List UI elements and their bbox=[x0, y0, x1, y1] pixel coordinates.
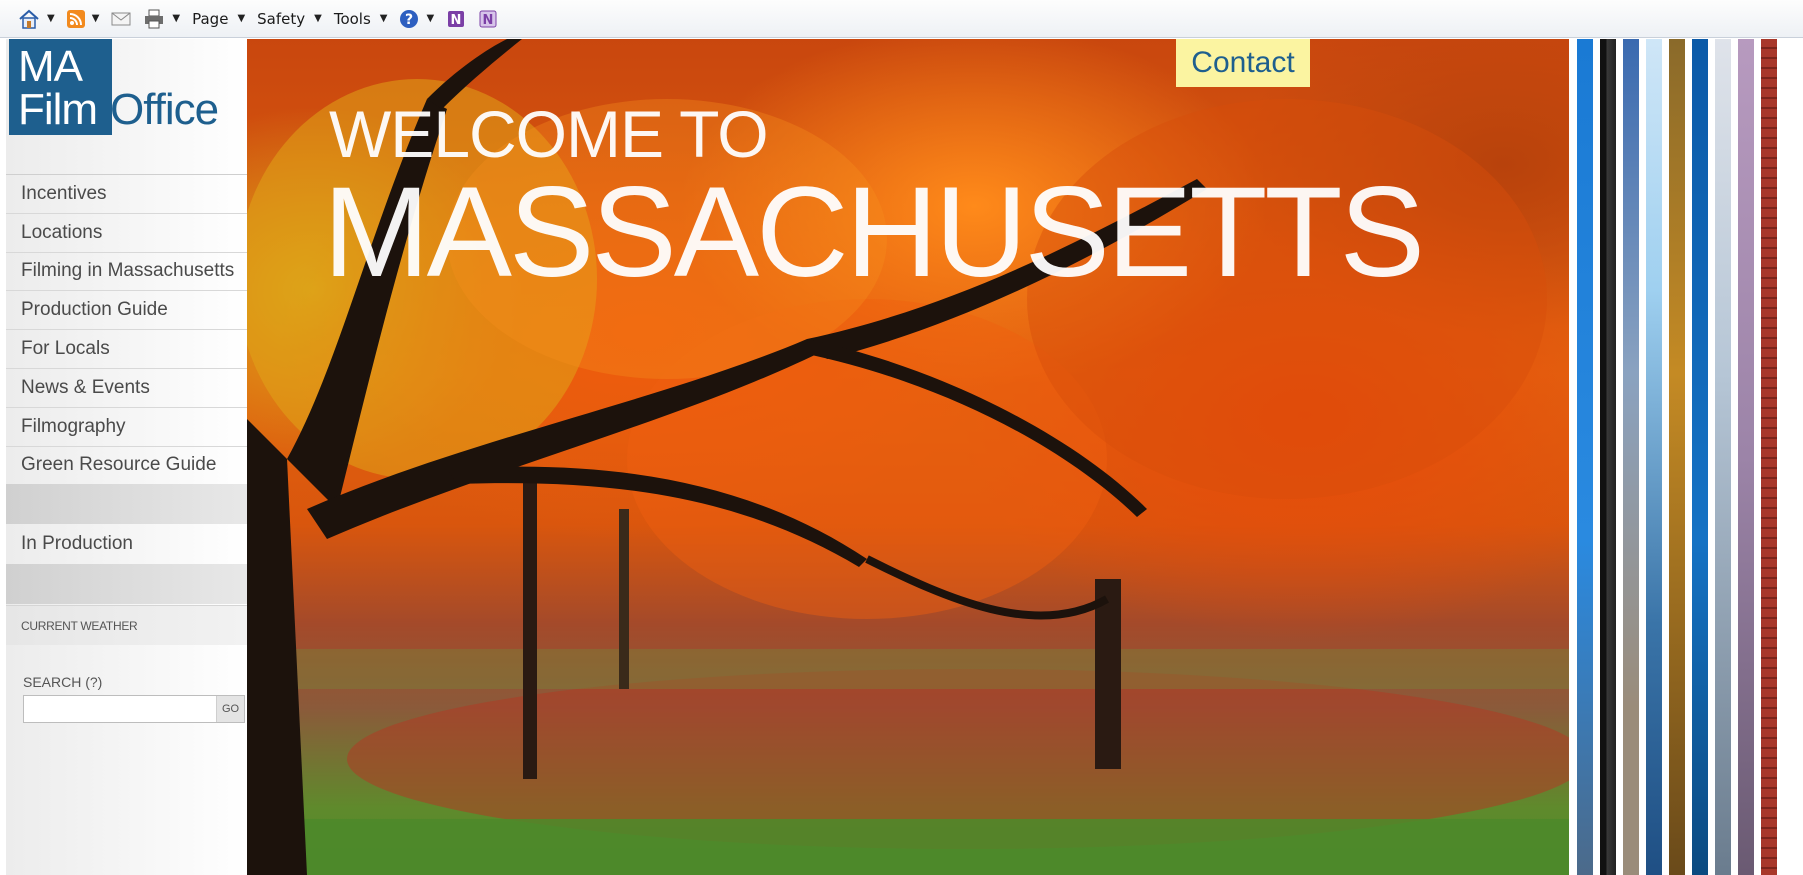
gallery-strip[interactable] bbox=[1600, 39, 1616, 875]
nav-item-production-guide[interactable]: Production Guide bbox=[6, 290, 247, 329]
nav-item-incentives[interactable]: Incentives bbox=[6, 174, 247, 213]
svg-text:?: ? bbox=[405, 12, 413, 28]
nav-divider bbox=[6, 564, 247, 605]
nav-item-filmography[interactable]: Filmography bbox=[6, 406, 247, 446]
hero-image: WELCOME TO MASSACHUSETTS Contact bbox=[247, 39, 1569, 875]
contact-button[interactable]: Contact bbox=[1176, 39, 1310, 87]
safety-dropdown-icon: ▼ bbox=[314, 13, 322, 24]
help-icon: ? bbox=[399, 9, 419, 29]
current-weather-label: CURRENT WEATHER bbox=[6, 605, 247, 645]
sidebar-nav: Incentives Locations Filming in Massachu… bbox=[6, 174, 247, 605]
help-button[interactable]: ? ▼ bbox=[399, 5, 434, 33]
gallery-strip[interactable] bbox=[1738, 39, 1754, 875]
gallery-strip[interactable] bbox=[1577, 39, 1593, 875]
feeds-button[interactable]: ▼ bbox=[66, 5, 100, 33]
massachusetts-heading: MASSACHUSETTS bbox=[323, 161, 1425, 304]
home-dropdown-icon[interactable]: ▼ bbox=[47, 13, 55, 24]
home-button[interactable]: ▼ bbox=[18, 5, 55, 33]
search-label: SEARCH (?) bbox=[23, 674, 103, 690]
onenote-linked-icon: N bbox=[478, 9, 498, 29]
home-icon bbox=[18, 9, 40, 29]
feeds-dropdown-icon[interactable]: ▼ bbox=[92, 13, 100, 24]
logo-film-text: Film bbox=[18, 85, 98, 134]
gallery-strip[interactable] bbox=[1669, 39, 1685, 875]
page-content: MA Film Office Incentives Locations Film… bbox=[6, 39, 1803, 875]
nav-divider bbox=[6, 484, 247, 525]
gallery-strip[interactable] bbox=[1623, 39, 1639, 875]
svg-text:N: N bbox=[483, 13, 494, 28]
gallery-strip[interactable] bbox=[1761, 39, 1777, 875]
page-dropdown-icon: ▼ bbox=[237, 13, 246, 24]
onenote-linked-button[interactable]: N bbox=[478, 5, 498, 33]
nav-item-filming-in-massachusetts[interactable]: Filming in Massachusetts bbox=[6, 251, 247, 291]
welcome-heading: WELCOME TO bbox=[329, 97, 769, 171]
gallery-strips bbox=[1569, 39, 1803, 875]
mail-button[interactable] bbox=[111, 5, 131, 33]
nav-item-in-production[interactable]: In Production bbox=[6, 524, 247, 564]
nav-item-for-locals[interactable]: For Locals bbox=[6, 329, 247, 368]
command-bar: ▼ ▼ ▼ Page ▼ Safety ▼ Tools ▼ ? ▼ N N bbox=[0, 0, 1803, 38]
gallery-strip[interactable] bbox=[1646, 39, 1662, 875]
ma-film-office-logo[interactable]: MA Film Office bbox=[6, 39, 247, 174]
rss-feed-icon bbox=[66, 9, 85, 28]
search-go-button[interactable]: GO bbox=[216, 696, 244, 722]
safety-menu[interactable]: Safety ▼ bbox=[257, 5, 322, 33]
help-dropdown-icon[interactable]: ▼ bbox=[426, 13, 434, 24]
tools-menu-label: Tools bbox=[333, 9, 371, 28]
search-input[interactable] bbox=[24, 696, 216, 722]
print-button[interactable]: ▼ bbox=[143, 5, 180, 33]
print-dropdown-icon[interactable]: ▼ bbox=[172, 13, 180, 24]
onenote-button[interactable]: N bbox=[446, 5, 466, 33]
safety-menu-label: Safety bbox=[257, 9, 306, 28]
gallery-strip[interactable] bbox=[1715, 39, 1731, 875]
svg-text:N: N bbox=[451, 13, 462, 28]
nav-item-locations[interactable]: Locations bbox=[6, 212, 247, 252]
logo-office-text: Office bbox=[110, 85, 219, 134]
page-menu[interactable]: Page ▼ bbox=[192, 5, 245, 33]
tools-dropdown-icon: ▼ bbox=[379, 13, 388, 24]
page-menu-label: Page bbox=[192, 9, 229, 28]
onenote-icon: N bbox=[446, 9, 466, 29]
gallery-strip[interactable] bbox=[1692, 39, 1708, 875]
tools-menu[interactable]: Tools ▼ bbox=[334, 5, 388, 33]
sidebar: MA Film Office Incentives Locations Film… bbox=[6, 39, 247, 875]
nav-item-news-events[interactable]: News & Events bbox=[6, 367, 247, 407]
mail-icon bbox=[111, 11, 131, 27]
printer-icon bbox=[143, 9, 165, 29]
search-box: GO bbox=[23, 695, 245, 723]
nav-item-green-resource-guide[interactable]: Green Resource Guide bbox=[6, 445, 247, 485]
